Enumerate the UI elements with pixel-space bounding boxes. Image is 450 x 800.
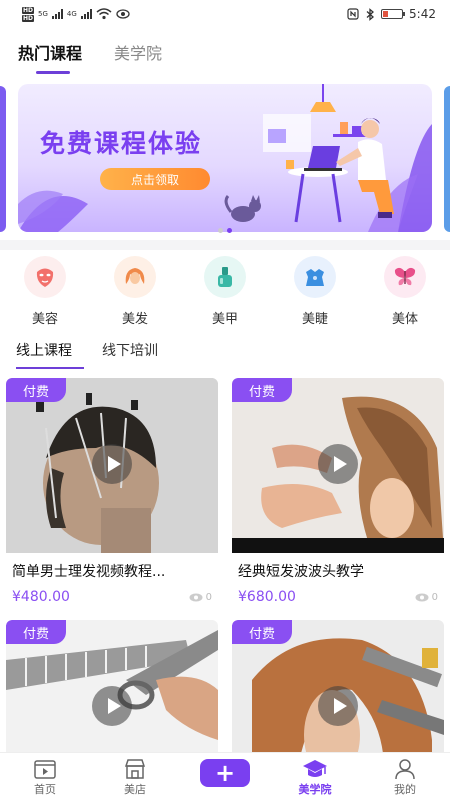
signal-icon-2 (80, 9, 92, 19)
nav-home[interactable]: 首页 (10, 757, 80, 797)
nav-label: 美学院 (298, 782, 332, 796)
eye-icon (415, 593, 429, 601)
bluetooth-icon (366, 7, 375, 21)
network-type-2: 4G (66, 10, 77, 18)
hair-icon (114, 256, 156, 298)
nav-label: 首页 (34, 782, 56, 796)
category-label: 美甲 (211, 312, 238, 327)
butterfly-icon (384, 256, 426, 298)
banner-next-peek (444, 86, 450, 232)
course-type-tabs: 线上课程 线下培训 (16, 340, 158, 369)
paid-badge: 付费 (6, 378, 66, 402)
nav-profile[interactable]: 我的 (370, 757, 440, 797)
tab-online-courses[interactable]: 线上课程 (16, 340, 84, 369)
battery-fill (383, 11, 388, 17)
course-footer: ¥680.00 0 (232, 585, 444, 609)
category-body[interactable]: 美体 (374, 256, 436, 327)
hd-label-1: HD (22, 6, 35, 14)
play-icon[interactable] (92, 686, 132, 726)
tab-hot-courses[interactable]: 热门课程 (18, 40, 82, 74)
top-tabs: 热门课程 美学院 (18, 40, 162, 74)
banner-slide[interactable]: 免费课程体验 点击领取 (18, 84, 432, 232)
network-type: 5G (38, 10, 48, 18)
category-row: 美容 美发 美甲 美睫 美体 (0, 256, 450, 327)
user-icon (393, 757, 417, 781)
view-count: 0 (189, 592, 212, 603)
category-beauty[interactable]: 美容 (14, 256, 76, 327)
course-price: ¥480.00 (12, 589, 70, 605)
play-icon[interactable] (92, 444, 132, 484)
paid-badge: 付费 (232, 378, 292, 402)
nav-label: 我的 (394, 782, 416, 796)
nail-polish-icon (204, 256, 246, 298)
category-label: 美睫 (301, 312, 328, 327)
nav-shop[interactable]: 美店 (100, 757, 170, 797)
hd-indicator: HD HD (22, 6, 35, 22)
section-divider (0, 240, 450, 250)
banner-dot-active (227, 228, 232, 233)
graduation-cap-icon (302, 757, 328, 781)
eye-icon (189, 593, 203, 601)
signal-icon (51, 9, 63, 19)
banner-indicator (0, 228, 450, 233)
video-icon (33, 757, 57, 781)
nav-academy[interactable]: 美学院 (280, 757, 350, 797)
eye-comfort-icon (116, 9, 130, 19)
status-right: 5:42 (347, 7, 436, 21)
wifi-icon (96, 8, 112, 20)
course-thumbnail: 付费 (232, 378, 444, 553)
course-title: 简单男士理发视频教程... (12, 564, 166, 580)
view-count-value: 0 (205, 591, 212, 603)
course-title: 经典短发波波头教学 (238, 564, 364, 580)
view-count-value: 0 (431, 591, 438, 603)
course-card[interactable]: 付费 经典短发波波头教学 ¥680.00 0 (232, 378, 444, 609)
battery-icon (381, 9, 406, 19)
category-hair[interactable]: 美发 (104, 256, 166, 327)
course-footer: ¥480.00 0 (6, 585, 218, 609)
nav-add[interactable]: + (190, 758, 260, 795)
banner-prev-peek (0, 86, 6, 232)
category-label: 美发 (121, 312, 148, 327)
bottom-nav: 首页 美店 + 美学院 我的 (0, 752, 450, 800)
banner-carousel[interactable]: 免费课程体验 点击领取 (0, 80, 450, 238)
category-label: 美容 (31, 312, 58, 327)
banner-title: 免费课程体验 (40, 129, 203, 158)
shop-icon (123, 757, 147, 781)
eyelash-icon (294, 256, 336, 298)
course-card[interactable]: 付费 简单男士理发视频教程... ¥480.00 0 (6, 378, 218, 609)
status-time: 5:42 (409, 7, 436, 21)
play-icon[interactable] (318, 444, 358, 484)
view-count: 0 (415, 592, 438, 603)
paid-badge: 付费 (232, 620, 292, 644)
status-bar: HD HD 5G 4G 5:42 (0, 0, 450, 28)
course-thumbnail: 付费 (6, 378, 218, 553)
tab-academy[interactable]: 美学院 (114, 40, 162, 68)
category-nail[interactable]: 美甲 (194, 256, 256, 327)
hd-label-2: HD (22, 14, 35, 22)
tab-offline-training[interactable]: 线下培训 (102, 340, 158, 366)
play-icon[interactable] (318, 686, 358, 726)
banner-claim-button[interactable]: 点击领取 (100, 168, 210, 190)
status-left: HD HD 5G 4G (22, 6, 130, 22)
course-price: ¥680.00 (238, 589, 296, 605)
nav-label: 美店 (124, 782, 146, 796)
nfc-icon (347, 8, 359, 20)
category-label: 美体 (391, 312, 418, 327)
paid-badge: 付费 (6, 620, 66, 644)
face-mask-icon (24, 256, 66, 298)
plus-icon[interactable]: + (200, 758, 250, 787)
category-lash[interactable]: 美睫 (284, 256, 346, 327)
banner-dot (218, 228, 223, 233)
